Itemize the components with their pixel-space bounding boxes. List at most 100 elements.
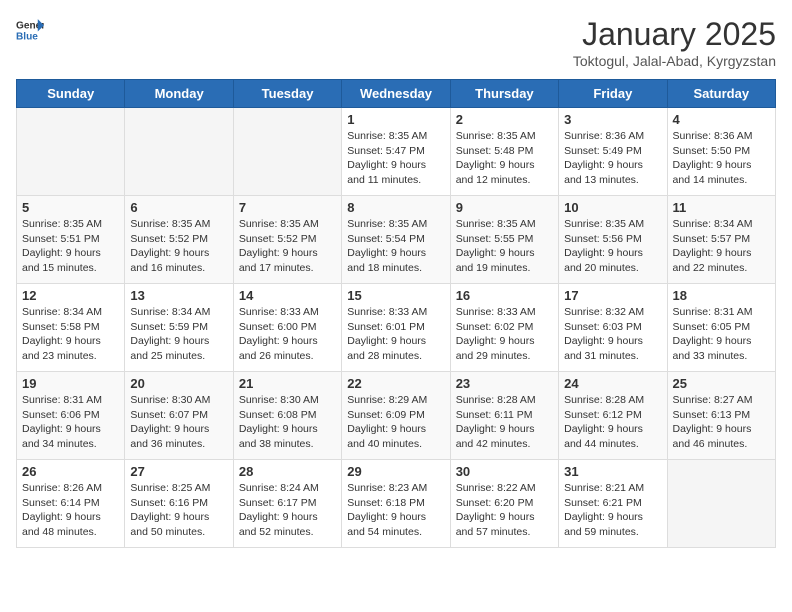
day-info: Sunrise: 8:30 AM Sunset: 6:07 PM Dayligh… — [130, 393, 227, 452]
calendar-cell: 1 Sunrise: 8:35 AM Sunset: 5:47 PM Daylig… — [342, 108, 450, 196]
day-info: Sunrise: 8:33 AM Sunset: 6:02 PM Dayligh… — [456, 305, 553, 364]
calendar-cell: 28 Sunrise: 8:24 AM Sunset: 6:17 PM Dayli… — [233, 460, 341, 548]
week-row-4: 19Sunrise: 8:31 AM Sunset: 6:06 PM Dayli… — [17, 372, 776, 460]
title-block: January 2025 Toktogul, Jalal-Abad, Kyrgy… — [573, 16, 776, 69]
header-friday: Friday — [559, 80, 667, 108]
calendar-cell — [17, 108, 125, 196]
header-sunday: Sunday — [17, 80, 125, 108]
day-info: Sunrise: 8:30 AM Sunset: 6:08 PM Dayligh… — [239, 393, 336, 452]
day-number: 28 — [239, 464, 336, 479]
calendar-cell: 2Sunrise: 8:35 AM Sunset: 5:48 PM Daylig… — [450, 108, 558, 196]
svg-text:Blue: Blue — [16, 31, 38, 42]
day-number: 20 — [130, 376, 227, 391]
day-number: 6 — [130, 200, 227, 215]
day-number: 14 — [239, 288, 336, 303]
week-row-2: 5 Sunrise: 8:35 AM Sunset: 5:51 PM Daylig… — [17, 196, 776, 284]
day-number: 2 — [456, 112, 553, 127]
day-number: 7 — [239, 200, 336, 215]
calendar-cell: 22Sunrise: 8:29 AM Sunset: 6:09 PM Dayli… — [342, 372, 450, 460]
calendar-cell: 7 Sunrise: 8:35 AM Sunset: 5:52 PM Daylig… — [233, 196, 341, 284]
day-info: Sunrise: 8:23 AM Sunset: 6:18 PM Dayligh… — [347, 481, 444, 540]
calendar-cell: 31Sunrise: 8:21 AM Sunset: 6:21 PM Dayli… — [559, 460, 667, 548]
calendar-cell: 29 Sunrise: 8:23 AM Sunset: 6:18 PM Dayli… — [342, 460, 450, 548]
header-saturday: Saturday — [667, 80, 775, 108]
day-info: Sunrise: 8:22 AM Sunset: 6:20 PM Dayligh… — [456, 481, 553, 540]
calendar-table: SundayMondayTuesdayWednesdayThursdayFrid… — [16, 79, 776, 548]
day-info: Sunrise: 8:32 AM Sunset: 6:03 PM Dayligh… — [564, 305, 661, 364]
calendar-cell: 15Sunrise: 8:33 AM Sunset: 6:01 PM Dayli… — [342, 284, 450, 372]
day-number: 17 — [564, 288, 661, 303]
day-info: Sunrise: 8:34 AM Sunset: 5:58 PM Dayligh… — [22, 305, 119, 364]
calendar-cell: 21 Sunrise: 8:30 AM Sunset: 6:08 PM Dayli… — [233, 372, 341, 460]
day-number: 27 — [130, 464, 227, 479]
header-tuesday: Tuesday — [233, 80, 341, 108]
day-info: Sunrise: 8:35 AM Sunset: 5:51 PM Dayligh… — [22, 217, 119, 276]
calendar-cell: 24 Sunrise: 8:28 AM Sunset: 6:12 PM Dayli… — [559, 372, 667, 460]
day-number: 13 — [130, 288, 227, 303]
calendar-header-row: SundayMondayTuesdayWednesdayThursdayFrid… — [17, 80, 776, 108]
day-info: Sunrise: 8:28 AM Sunset: 6:12 PM Dayligh… — [564, 393, 661, 452]
week-row-1: 1 Sunrise: 8:35 AM Sunset: 5:47 PM Daylig… — [17, 108, 776, 196]
calendar-cell: 25 Sunrise: 8:27 AM Sunset: 6:13 PM Dayli… — [667, 372, 775, 460]
day-info: Sunrise: 8:35 AM Sunset: 5:52 PM Dayligh… — [130, 217, 227, 276]
day-info: Sunrise: 8:24 AM Sunset: 6:17 PM Dayligh… — [239, 481, 336, 540]
day-info: Sunrise: 8:35 AM Sunset: 5:52 PM Dayligh… — [239, 217, 336, 276]
calendar-cell: 14 Sunrise: 8:33 AM Sunset: 6:00 PM Dayli… — [233, 284, 341, 372]
logo: General Blue — [16, 16, 44, 44]
day-number: 8 — [347, 200, 444, 215]
calendar-cell: 11Sunrise: 8:34 AM Sunset: 5:57 PM Dayli… — [667, 196, 775, 284]
calendar-cell: 20 Sunrise: 8:30 AM Sunset: 6:07 PM Dayli… — [125, 372, 233, 460]
day-number: 21 — [239, 376, 336, 391]
day-info: Sunrise: 8:35 AM Sunset: 5:47 PM Dayligh… — [347, 129, 444, 188]
day-number: 23 — [456, 376, 553, 391]
day-info: Sunrise: 8:35 AM Sunset: 5:54 PM Dayligh… — [347, 217, 444, 276]
day-number: 5 — [22, 200, 119, 215]
calendar-cell: 5 Sunrise: 8:35 AM Sunset: 5:51 PM Daylig… — [17, 196, 125, 284]
day-number: 25 — [673, 376, 770, 391]
day-number: 29 — [347, 464, 444, 479]
calendar-cell: 4 Sunrise: 8:36 AM Sunset: 5:50 PM Daylig… — [667, 108, 775, 196]
day-info: Sunrise: 8:31 AM Sunset: 6:06 PM Dayligh… — [22, 393, 119, 452]
day-info: Sunrise: 8:35 AM Sunset: 5:55 PM Dayligh… — [456, 217, 553, 276]
calendar-cell: 17 Sunrise: 8:32 AM Sunset: 6:03 PM Dayli… — [559, 284, 667, 372]
day-number: 10 — [564, 200, 661, 215]
day-number: 16 — [456, 288, 553, 303]
day-number: 26 — [22, 464, 119, 479]
calendar-cell: 16 Sunrise: 8:33 AM Sunset: 6:02 PM Dayli… — [450, 284, 558, 372]
calendar-cell: 12Sunrise: 8:34 AM Sunset: 5:58 PM Dayli… — [17, 284, 125, 372]
day-number: 1 — [347, 112, 444, 127]
day-info: Sunrise: 8:33 AM Sunset: 6:00 PM Dayligh… — [239, 305, 336, 364]
day-info: Sunrise: 8:34 AM Sunset: 5:59 PM Dayligh… — [130, 305, 227, 364]
calendar-cell — [125, 108, 233, 196]
day-info: Sunrise: 8:27 AM Sunset: 6:13 PM Dayligh… — [673, 393, 770, 452]
calendar-cell: 26Sunrise: 8:26 AM Sunset: 6:14 PM Dayli… — [17, 460, 125, 548]
day-number: 24 — [564, 376, 661, 391]
calendar-cell: 9Sunrise: 8:35 AM Sunset: 5:55 PM Daylig… — [450, 196, 558, 284]
day-number: 11 — [673, 200, 770, 215]
day-info: Sunrise: 8:33 AM Sunset: 6:01 PM Dayligh… — [347, 305, 444, 364]
week-row-3: 12Sunrise: 8:34 AM Sunset: 5:58 PM Dayli… — [17, 284, 776, 372]
day-number: 3 — [564, 112, 661, 127]
day-info: Sunrise: 8:36 AM Sunset: 5:49 PM Dayligh… — [564, 129, 661, 188]
day-number: 4 — [673, 112, 770, 127]
week-row-5: 26Sunrise: 8:26 AM Sunset: 6:14 PM Dayli… — [17, 460, 776, 548]
calendar-cell — [233, 108, 341, 196]
calendar-cell: 18 Sunrise: 8:31 AM Sunset: 6:05 PM Dayli… — [667, 284, 775, 372]
day-info: Sunrise: 8:25 AM Sunset: 6:16 PM Dayligh… — [130, 481, 227, 540]
page-header: General Blue January 2025 Toktogul, Jala… — [16, 16, 776, 69]
day-number: 22 — [347, 376, 444, 391]
header-monday: Monday — [125, 80, 233, 108]
day-info: Sunrise: 8:28 AM Sunset: 6:11 PM Dayligh… — [456, 393, 553, 452]
day-number: 18 — [673, 288, 770, 303]
calendar-cell: 8 Sunrise: 8:35 AM Sunset: 5:54 PM Daylig… — [342, 196, 450, 284]
calendar-cell: 6 Sunrise: 8:35 AM Sunset: 5:52 PM Daylig… — [125, 196, 233, 284]
day-info: Sunrise: 8:36 AM Sunset: 5:50 PM Dayligh… — [673, 129, 770, 188]
header-thursday: Thursday — [450, 80, 558, 108]
calendar-cell: 19Sunrise: 8:31 AM Sunset: 6:06 PM Dayli… — [17, 372, 125, 460]
day-info: Sunrise: 8:31 AM Sunset: 6:05 PM Dayligh… — [673, 305, 770, 364]
header-wednesday: Wednesday — [342, 80, 450, 108]
calendar-cell: 30Sunrise: 8:22 AM Sunset: 6:20 PM Dayli… — [450, 460, 558, 548]
location-subtitle: Toktogul, Jalal-Abad, Kyrgyzstan — [573, 53, 776, 69]
calendar-cell: 10Sunrise: 8:35 AM Sunset: 5:56 PM Dayli… — [559, 196, 667, 284]
day-info: Sunrise: 8:21 AM Sunset: 6:21 PM Dayligh… — [564, 481, 661, 540]
